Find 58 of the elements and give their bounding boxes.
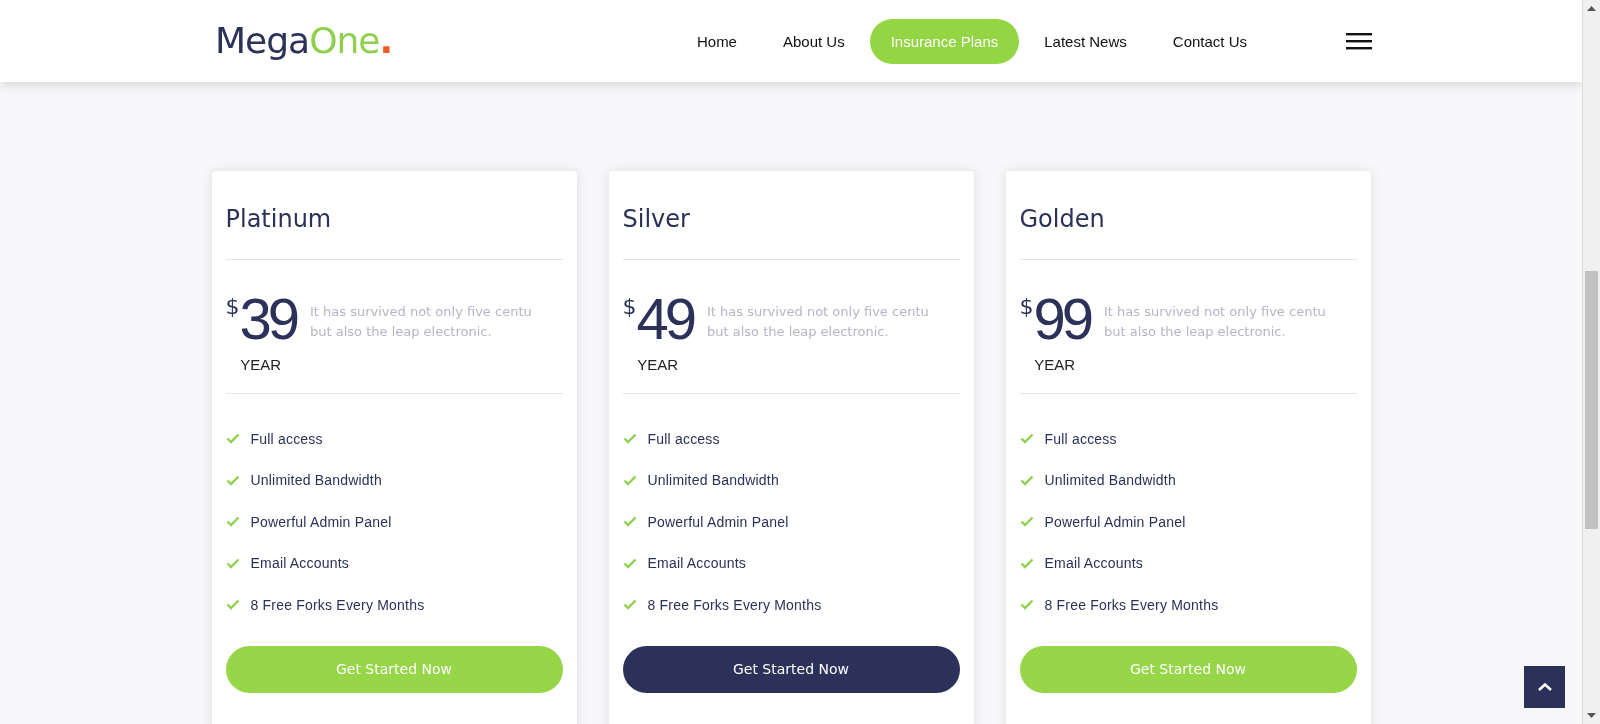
nav-link[interactable]: Latest News: [1023, 18, 1148, 64]
scroll-up-icon[interactable]: [1587, 6, 1596, 11]
check-icon: [1019, 433, 1034, 445]
price-period: YEAR: [1034, 356, 1076, 373]
scroll-top-button[interactable]: [1524, 666, 1565, 708]
feature-text: Powerful Admin Panel: [250, 513, 392, 530]
feature-text: Powerful Admin Panel: [647, 513, 789, 530]
feature-text: 8 Free Forks Every Months: [647, 596, 822, 613]
nav-link[interactable]: Home: [675, 18, 758, 64]
price: 49: [636, 290, 693, 348]
check-icon: [622, 557, 637, 569]
feature-text: Unlimited Bandwidth: [1044, 472, 1176, 489]
plan-description: It has survived not only five centu but also the leap electronic.: [707, 303, 930, 341]
feature-text: Email Accounts: [250, 555, 349, 572]
price-period: YEAR: [637, 356, 679, 373]
logo[interactable]: MegaOne.: [215, 23, 393, 59]
currency-symbol: $: [622, 294, 637, 319]
feature-text: Email Accounts: [647, 555, 746, 572]
check-icon: [225, 599, 240, 611]
scrollbar[interactable]: [1582, 0, 1600, 724]
feature-text: Powerful Admin Panel: [1044, 513, 1186, 530]
check-icon: [1019, 516, 1034, 528]
feature-text: Full access: [1044, 430, 1117, 447]
check-icon: [225, 557, 240, 569]
check-icon: [225, 474, 240, 486]
get-started-button[interactable]: Get Started Now: [622, 645, 960, 693]
feature-text: 8 Free Forks Every Months: [250, 596, 425, 613]
plan-title: Golden: [1019, 205, 1106, 235]
scroll-down-icon[interactable]: [1587, 713, 1596, 718]
plan-title: Platinum: [225, 205, 333, 235]
check-icon: [622, 516, 637, 528]
feature-text: 8 Free Forks Every Months: [1044, 596, 1219, 613]
menu-icon[interactable]: [1346, 32, 1372, 50]
currency-symbol: $: [225, 294, 240, 319]
feature-text: Unlimited Bandwidth: [250, 472, 382, 489]
nav-link[interactable]: About Us: [761, 18, 866, 64]
feature-text: Email Accounts: [1044, 555, 1143, 572]
check-icon: [622, 474, 637, 486]
plan-description: It has survived not only five centu but also the leap electronic.: [310, 303, 533, 341]
check-icon: [1019, 599, 1034, 611]
check-icon: [1019, 474, 1034, 486]
check-icon: [1019, 557, 1034, 569]
scroll-thumb[interactable]: [1585, 271, 1598, 529]
price: 39: [239, 290, 296, 348]
check-icon: [622, 599, 637, 611]
check-icon: [225, 433, 240, 445]
check-icon: [225, 516, 240, 528]
currency-symbol: $: [1019, 294, 1034, 319]
plan-description: It has survived not only five centu but also the leap electronic.: [1104, 303, 1327, 341]
feature-text: Unlimited Bandwidth: [647, 472, 779, 489]
chevron-up-icon: [1536, 682, 1553, 692]
price-period: YEAR: [240, 356, 282, 373]
price: 99: [1033, 290, 1090, 348]
nav-link[interactable]: Contact Us: [1151, 18, 1268, 64]
check-icon: [622, 433, 637, 445]
plan-title: Silver: [622, 205, 691, 235]
feature-text: Full access: [250, 430, 323, 447]
feature-text: Full access: [647, 430, 720, 447]
